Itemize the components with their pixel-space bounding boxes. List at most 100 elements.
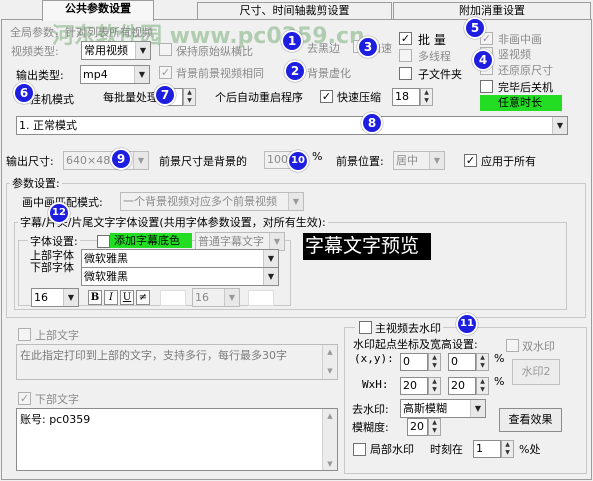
top-font-select[interactable]: 微软雅黑 ▼ xyxy=(81,249,279,268)
video-type-value: 常用视频 xyxy=(84,44,128,57)
time-suffix: %处 xyxy=(519,443,541,456)
chevron-down-icon: ▼ xyxy=(288,193,303,210)
badge-2: 2 xyxy=(284,60,306,82)
remove-method-label: 去水印: xyxy=(352,403,389,416)
apply-all-label: 应用于所有 xyxy=(481,155,536,168)
chevron-down-icon: ▼ xyxy=(470,400,485,417)
strikeout-button[interactable]: ≠ xyxy=(136,290,150,305)
add-bg-checkbox[interactable] xyxy=(97,235,110,248)
output-size-select[interactable]: 640×480 ▼ xyxy=(63,151,149,170)
x-spinner[interactable]: ▲ ▼ xyxy=(428,353,441,371)
fast-compress-input[interactable]: 18 xyxy=(392,88,420,106)
normal-subtitle-value: 普通字幕文字 xyxy=(198,235,264,248)
color-swatch-2[interactable] xyxy=(248,290,274,306)
badge-5: 5 xyxy=(464,17,486,39)
restart-suffix-label: 个后自动重启程序 xyxy=(215,91,303,104)
fast-compress-checkbox[interactable]: ✓ xyxy=(320,90,333,103)
h-input[interactable]: 20 xyxy=(448,377,476,395)
percent-sign-wh: % xyxy=(494,375,505,388)
blur-input[interactable]: 20 xyxy=(407,418,428,436)
badge-3: 3 xyxy=(357,36,379,58)
color-swatch-1[interactable] xyxy=(160,290,186,306)
italic-button[interactable]: I xyxy=(104,290,118,305)
remove-black-label: 去黑边 xyxy=(307,42,340,55)
bold-button[interactable]: B xyxy=(88,290,102,305)
bg-pos-label: 前景位置: xyxy=(336,155,384,168)
output-type-label: 输出类型: xyxy=(16,69,64,82)
batch-restart-spinner[interactable]: ▲ ▼ xyxy=(183,88,196,106)
badge-6: 6 xyxy=(13,82,35,104)
bottom-font-select[interactable]: 微软雅黑 ▼ xyxy=(81,267,279,286)
restore-size-label: 还原原尺寸 xyxy=(498,64,553,77)
underline-button[interactable]: U xyxy=(120,290,134,305)
time-spinner[interactable]: ▲ ▼ xyxy=(501,440,514,458)
y-input[interactable]: 0 xyxy=(448,353,476,371)
full-params-label: 全局参数，针对列表所有视频 xyxy=(10,26,153,39)
top-text-area[interactable]: 在此指定打印到上部的文字，支持多行，每行最多30字 ▲ ▼ xyxy=(16,344,338,380)
tab-bar: 公共参数设置 尺寸、时间轴裁剪设置 附加消重设置 xyxy=(0,0,593,21)
output-type-value: mp4 xyxy=(83,68,108,81)
font-size-select-2[interactable]: 16 ▼ xyxy=(192,288,240,307)
top-text-label: 上部文字 xyxy=(35,329,79,342)
shutdown-checkbox[interactable] xyxy=(480,80,493,93)
scrollbar[interactable]: ▲ ▼ xyxy=(322,345,337,379)
x-input[interactable]: 0 xyxy=(400,353,428,371)
video-type-label: 视频类型: xyxy=(11,45,59,58)
wh-label: WxH: xyxy=(362,378,389,391)
font-size-select-1[interactable]: 16 ▼ xyxy=(31,288,79,307)
chevron-down-icon: ▼ xyxy=(63,289,78,306)
bg-fg-same-checkbox[interactable]: ✓ xyxy=(159,66,172,79)
bg-pos-value: 居中 xyxy=(396,154,418,167)
badge-8: 8 xyxy=(361,112,383,134)
keep-aspect-checkbox[interactable] xyxy=(159,43,172,56)
vertical-label: 竖视频 xyxy=(498,48,531,61)
y-spinner[interactable]: ▲ ▼ xyxy=(476,353,489,371)
subfolder-checkbox[interactable] xyxy=(399,67,412,80)
w-spinner[interactable]: ▲ ▼ xyxy=(428,377,441,395)
pip-mode-select[interactable]: 一个背景视频对应多个前景视频 ▼ xyxy=(120,192,304,211)
double-wm-label: 双水印 xyxy=(522,340,555,353)
mode-value: 1. 正常模式 xyxy=(19,119,77,132)
w-input[interactable]: 20 xyxy=(400,377,428,395)
output-type-select[interactable]: mp4 ▼ xyxy=(80,65,150,84)
badge-9: 9 xyxy=(110,148,132,170)
tab-common-params[interactable]: 公共参数设置 xyxy=(42,0,154,21)
mode-select[interactable]: 1. 正常模式 ▼ xyxy=(16,116,568,135)
badge-10: 10 xyxy=(287,150,309,172)
multithread-label: 多线程 xyxy=(418,50,451,63)
font-size-value-2: 16 xyxy=(195,291,209,304)
fast-compress-spinner[interactable]: ▲ ▼ xyxy=(420,88,433,106)
badge-7: 7 xyxy=(154,84,176,106)
time-input[interactable]: 1 xyxy=(473,440,501,458)
bg-fg-same-label: 背景前景视频相同 xyxy=(176,67,264,80)
params-group-label: 参数设置: xyxy=(10,175,62,191)
bg-pos-select[interactable]: 居中 ▼ xyxy=(393,151,445,170)
chevron-down-icon: ▼ xyxy=(224,289,239,306)
bottom-text-area[interactable]: 账号: pc0359 ▲ ▼ xyxy=(16,408,338,471)
chevron-down-icon: ▼ xyxy=(269,233,284,250)
h-spinner[interactable]: ▲ ▼ xyxy=(476,377,489,395)
multithread-checkbox[interactable] xyxy=(399,49,412,62)
subtitle-preview: 字幕文字预览 xyxy=(303,233,431,260)
double-wm-checkbox[interactable] xyxy=(506,339,519,352)
top-text-checkbox[interactable] xyxy=(18,328,31,341)
badge-12: 12 xyxy=(48,202,70,224)
video-type-select[interactable]: 常用视频 ▼ xyxy=(81,41,151,60)
bottom-text-value: 账号: pc0359 xyxy=(20,413,91,426)
bottom-text-checkbox[interactable]: ✓ xyxy=(18,392,31,405)
chevron-down-icon: ▼ xyxy=(552,117,567,134)
blur-spinner[interactable]: ▲ ▼ xyxy=(428,418,441,436)
batch-checkbox[interactable]: ✓ xyxy=(399,32,412,45)
apply-all-checkbox[interactable]: ✓ xyxy=(464,154,477,167)
main-remove-checkbox[interactable] xyxy=(359,321,372,334)
shutdown-label: 完毕后关机 xyxy=(498,81,553,94)
watermark2-button[interactable]: 水印2 xyxy=(512,359,560,385)
local-wm-checkbox[interactable] xyxy=(353,443,366,456)
keep-aspect-label: 保持原始纵横比 xyxy=(176,45,253,58)
tab-extra-dedup[interactable]: 附加消重设置 xyxy=(393,2,591,20)
remove-method-select[interactable]: 高斯模糊 ▼ xyxy=(400,399,486,418)
bottom-font-value: 微软雅黑 xyxy=(84,270,128,283)
view-effect-button[interactable]: 查看效果 xyxy=(499,408,562,432)
scrollbar[interactable]: ▲ ▼ xyxy=(322,409,337,470)
percent-sign-xy: % xyxy=(494,352,505,365)
